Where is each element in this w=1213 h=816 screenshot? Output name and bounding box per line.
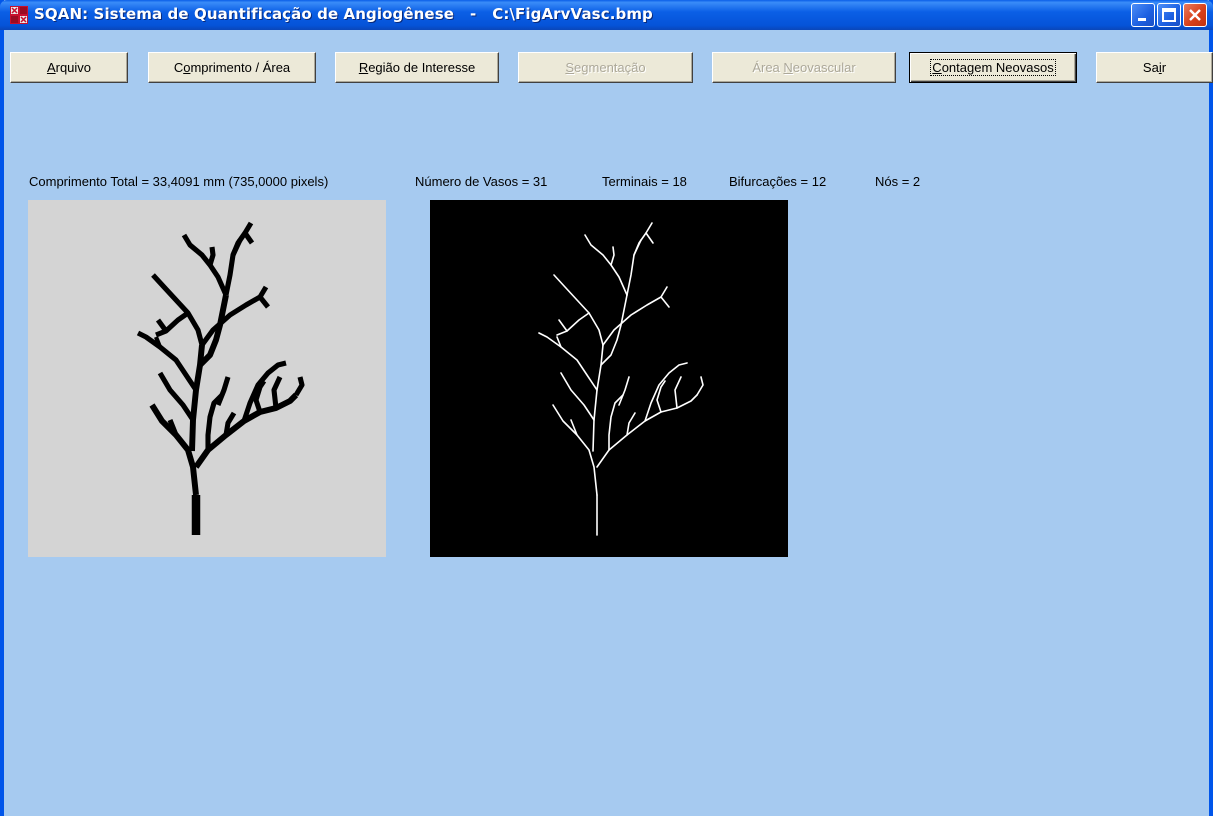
minimize-icon xyxy=(1138,18,1146,21)
sair-button[interactable]: Sair xyxy=(1096,52,1213,83)
comprimento-total-label: Comprimento Total = 33,4091 mm (735,0000… xyxy=(29,174,329,189)
original-background xyxy=(28,200,386,557)
terminais-label: Terminais = 18 xyxy=(602,174,687,189)
skeleton-image-panel xyxy=(430,200,788,557)
maximize-icon xyxy=(1162,8,1176,22)
nos-label: Nós = 2 xyxy=(875,174,921,189)
area-neovascular-button[interactable]: Área Neovascular xyxy=(712,52,896,83)
button-label: Segmentação xyxy=(565,60,646,75)
close-icon xyxy=(1189,9,1201,21)
app-window: SQAN: Sistema de Quantificação de Angiog… xyxy=(0,0,1213,816)
button-label: Arquivo xyxy=(46,60,92,75)
numero-vasos-label: Número de Vasos = 31 xyxy=(415,174,548,189)
window-title: SQAN: Sistema de Quantificação de Angiog… xyxy=(34,5,653,23)
app-logo-icon xyxy=(10,6,28,24)
button-label: Área Neovascular xyxy=(752,60,856,75)
button-label: Contagem Neovasos xyxy=(930,59,1056,76)
button-label: Comprimento / Área xyxy=(173,60,291,75)
contagem-neovasos-button[interactable]: Contagem Neovasos xyxy=(909,52,1077,83)
bifurcacoes-label: Bifurcações = 12 xyxy=(729,174,827,189)
title-bar[interactable]: SQAN: Sistema de Quantificação de Angiog… xyxy=(0,0,1213,30)
minimize-button[interactable] xyxy=(1131,3,1155,27)
original-vessel xyxy=(207,246,216,266)
button-label: Sair xyxy=(1142,60,1167,75)
comprimento-area-button[interactable]: Comprimento / Área xyxy=(148,52,316,83)
button-label: Região de Interesse xyxy=(358,60,476,75)
segmentacao-button[interactable]: Segmentação xyxy=(518,52,693,83)
vascular-tree-original xyxy=(28,200,386,557)
arquivo-button[interactable]: Arquivo xyxy=(10,52,128,83)
original-image-panel xyxy=(28,200,386,557)
maximize-button[interactable] xyxy=(1157,3,1181,27)
skeleton-background xyxy=(430,200,788,557)
vascular-tree-skeleton xyxy=(430,200,788,557)
regiao-de-interesse-button[interactable]: Região de Interesse xyxy=(335,52,499,83)
close-button[interactable] xyxy=(1183,3,1207,27)
